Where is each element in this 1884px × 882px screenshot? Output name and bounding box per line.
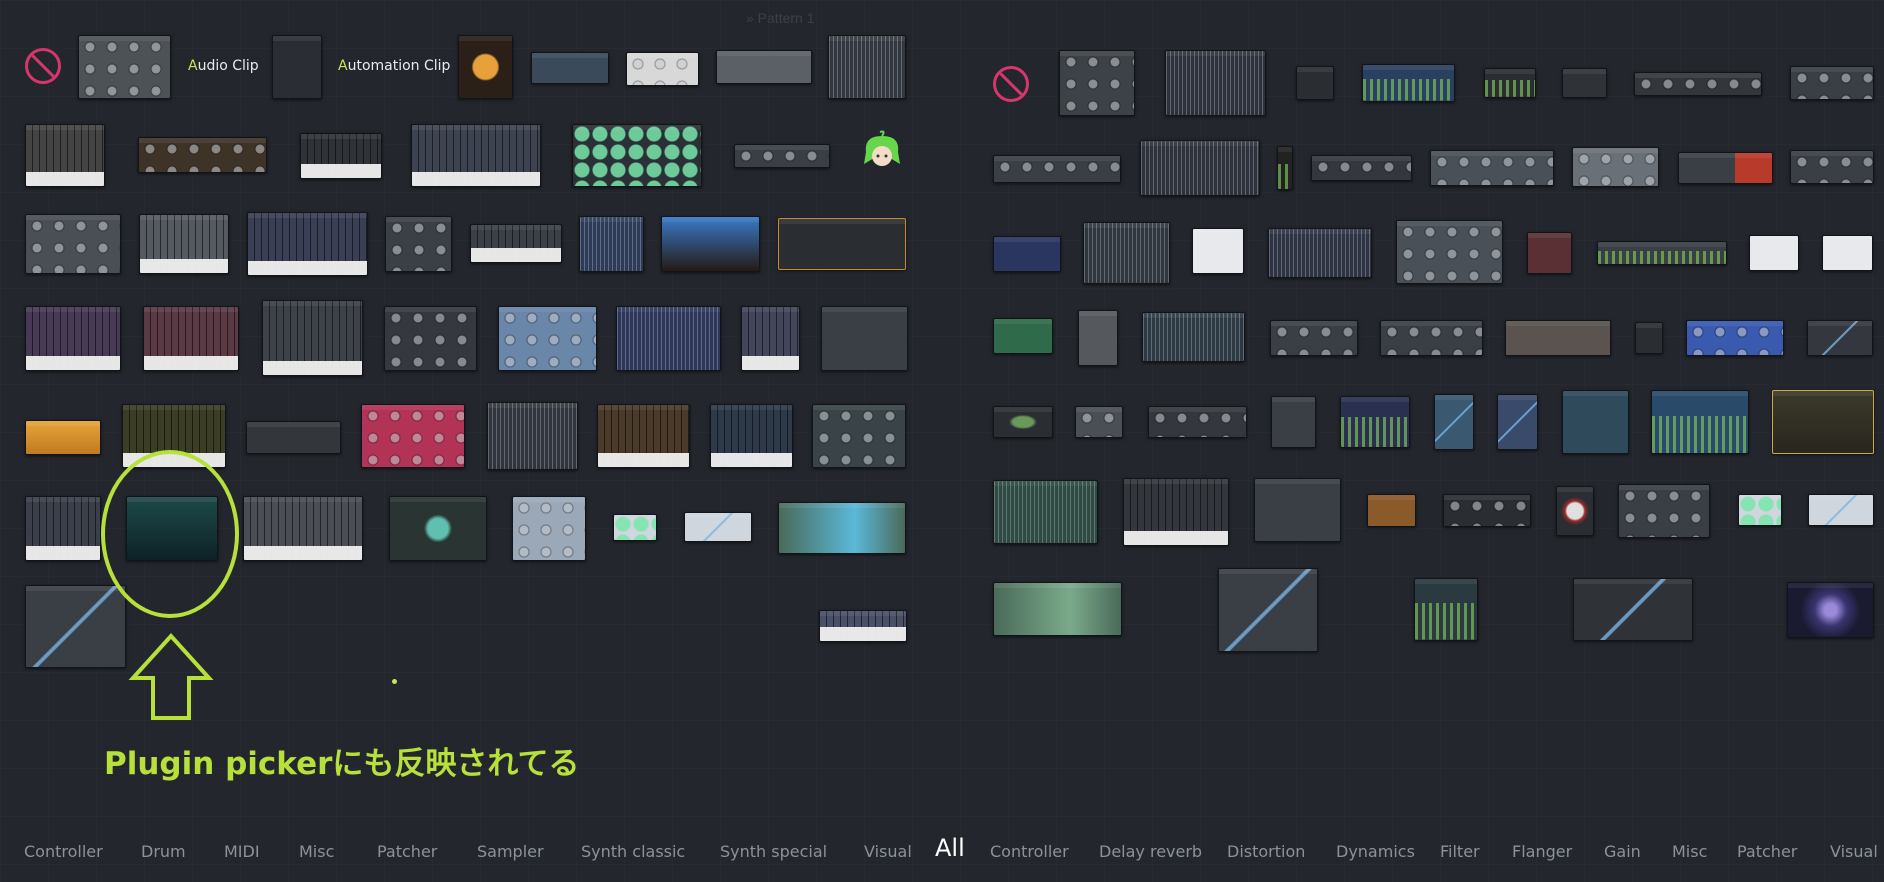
tab-visual[interactable]: Visual: [864, 842, 912, 861]
cursor-dot: [392, 679, 397, 684]
tab-synth-special[interactable]: Synth special: [720, 842, 827, 861]
tab-gain[interactable]: Gain: [1604, 842, 1641, 861]
plugin-picker: » Pattern 1 Audio Clip Automation Clip P…: [0, 0, 1884, 882]
tab-flanger[interactable]: Flanger: [1512, 842, 1572, 861]
tab-synth-classic[interactable]: Synth classic: [581, 842, 685, 861]
annotation-text: Plugin pickerにも反映されてる: [104, 746, 580, 782]
tab-patcher[interactable]: Patcher: [377, 842, 437, 861]
tab-effect-misc[interactable]: Misc: [1672, 842, 1707, 861]
tab-distortion[interactable]: Distortion: [1227, 842, 1305, 861]
tab-misc[interactable]: Misc: [299, 842, 334, 861]
tab-delay-reverb[interactable]: Delay reverb: [1099, 842, 1202, 861]
tab-effect-patcher[interactable]: Patcher: [1737, 842, 1797, 861]
tab-drum[interactable]: Drum: [141, 842, 186, 861]
tab-dynamics[interactable]: Dynamics: [1336, 842, 1415, 861]
tab-sampler[interactable]: Sampler: [477, 842, 544, 861]
category-tabs: Controller Drum MIDI Misc Patcher Sample…: [0, 834, 1884, 868]
tab-effect-controller[interactable]: Controller: [990, 842, 1069, 861]
tab-filter[interactable]: Filter: [1440, 842, 1480, 861]
tab-all[interactable]: All: [935, 834, 965, 862]
tab-controller[interactable]: Controller: [24, 842, 103, 861]
tab-midi[interactable]: MIDI: [224, 842, 260, 861]
highlight-circle: [101, 450, 239, 618]
up-arrow-icon: [128, 633, 214, 720]
tab-effect-visual[interactable]: Visual: [1830, 842, 1878, 861]
